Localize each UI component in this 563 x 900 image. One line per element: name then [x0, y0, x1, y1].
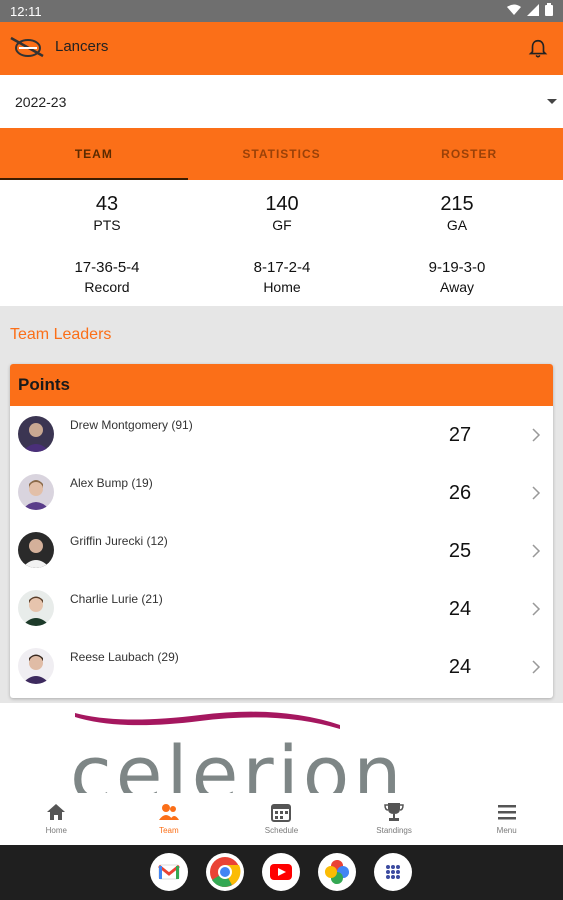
- stat-label: Record: [84, 279, 130, 295]
- stat-label: GA: [446, 217, 468, 233]
- bell-icon[interactable]: [527, 38, 549, 60]
- app-bar: Lancers: [0, 22, 563, 75]
- nav-label: Schedule: [264, 826, 299, 835]
- nav-standings[interactable]: Standings: [338, 793, 451, 845]
- sponsor-name: celerion: [70, 729, 406, 793]
- menu-icon: [497, 805, 516, 820]
- player-points: 25: [448, 540, 472, 562]
- status-bar: 12:11: [0, 0, 563, 22]
- home-icon: [47, 804, 66, 820]
- stat-label: PTS: [93, 217, 121, 233]
- stat-label: Home: [263, 279, 301, 295]
- chevron-right-icon: [532, 428, 541, 442]
- stat-gf: 140 GF: [202, 193, 362, 233]
- status-time: 12:11: [10, 4, 42, 19]
- player-name: Alex Bump (19): [70, 476, 153, 490]
- nav-label: Home: [45, 826, 67, 835]
- player-avatar: [18, 648, 54, 684]
- player-points: 24: [448, 656, 472, 678]
- nav-label: Team: [159, 826, 179, 835]
- chevron-right-icon: [532, 544, 541, 558]
- bottom-nav: Home Team Schedule Standings Menu: [0, 793, 563, 845]
- player-points: 27: [448, 424, 472, 446]
- leader-row[interactable]: Reese Laubach (29) 24: [10, 638, 553, 696]
- chevron-right-icon: [532, 602, 541, 616]
- team-logo-icon[interactable]: [9, 34, 45, 62]
- player-avatar: [18, 474, 54, 510]
- chevron-right-icon: [532, 660, 541, 674]
- signal-icon: [527, 3, 539, 16]
- stat-value: 140: [265, 193, 299, 215]
- stat-value: 17-36-5-4: [74, 259, 140, 276]
- stat-pts: 43 PTS: [27, 193, 187, 233]
- gmail-icon[interactable]: [150, 853, 188, 891]
- youtube-icon[interactable]: [262, 853, 300, 891]
- stat-value: 9-19-3-0: [428, 259, 486, 276]
- leader-row[interactable]: Griffin Jurecki (12) 25: [10, 522, 553, 580]
- system-dock: [0, 845, 563, 900]
- points-leaders-card: Points Drew Montgomery (91) 27 Alex Bump…: [10, 364, 553, 698]
- team-stats-panel: 43 PTS 140 GF 215 GA 17-36-5-4 Record 8-…: [0, 180, 563, 306]
- stat-label: Away: [440, 279, 474, 295]
- nav-menu[interactable]: Menu: [450, 793, 563, 845]
- stat-away: 9-19-3-0 Away: [377, 259, 537, 295]
- nav-label: Standings: [376, 826, 412, 835]
- tab-statistics[interactable]: STATISTICS: [188, 128, 376, 180]
- stat-home: 8-17-2-4 Home: [202, 259, 362, 295]
- card-title: Points: [10, 364, 553, 406]
- season-select[interactable]: 2022-23: [0, 75, 563, 128]
- nav-schedule[interactable]: Schedule: [225, 793, 338, 845]
- player-points: 26: [448, 482, 472, 504]
- photos-icon[interactable]: [318, 853, 356, 891]
- season-value: 2022-23: [15, 94, 67, 110]
- leader-row[interactable]: Drew Montgomery (91) 27: [10, 406, 553, 464]
- player-points: 24: [448, 598, 472, 620]
- leader-row[interactable]: Charlie Lurie (21) 24: [10, 580, 553, 638]
- tab-bar: TEAM STATISTICS ROSTER: [0, 128, 563, 180]
- stat-ga: 215 GA: [377, 193, 537, 233]
- player-avatar: [18, 590, 54, 626]
- team-icon: [158, 804, 179, 820]
- stat-value: 215: [440, 193, 474, 215]
- chrome-icon[interactable]: [206, 853, 244, 891]
- sponsor-banner[interactable]: celerion: [0, 703, 563, 793]
- player-name: Griffin Jurecki (12): [70, 534, 168, 548]
- wifi-icon: [507, 4, 521, 15]
- stat-record: 17-36-5-4 Record: [27, 259, 187, 295]
- stat-value: 8-17-2-4: [253, 259, 311, 276]
- chevron-right-icon: [532, 486, 541, 500]
- leader-row[interactable]: Alex Bump (19) 26: [10, 464, 553, 522]
- calendar-icon: [271, 804, 292, 822]
- player-name: Charlie Lurie (21): [70, 592, 163, 606]
- trophy-icon: [384, 803, 404, 821]
- dropdown-arrow-icon: [547, 99, 557, 104]
- team-leaders-heading: Team Leaders: [10, 326, 112, 343]
- tab-roster[interactable]: ROSTER: [375, 128, 563, 180]
- player-name: Reese Laubach (29): [70, 650, 179, 664]
- nav-team[interactable]: Team: [113, 793, 226, 845]
- app-title: Lancers: [55, 38, 109, 55]
- stat-value: 43: [95, 193, 119, 215]
- nav-label: Menu: [496, 826, 517, 835]
- battery-icon: [545, 3, 553, 16]
- apps-icon[interactable]: [374, 853, 412, 891]
- tab-team[interactable]: TEAM: [0, 128, 188, 180]
- nav-home[interactable]: Home: [0, 793, 113, 845]
- player-avatar: [18, 416, 54, 452]
- player-avatar: [18, 532, 54, 568]
- stat-label: GF: [272, 217, 292, 233]
- player-name: Drew Montgomery (91): [70, 418, 193, 432]
